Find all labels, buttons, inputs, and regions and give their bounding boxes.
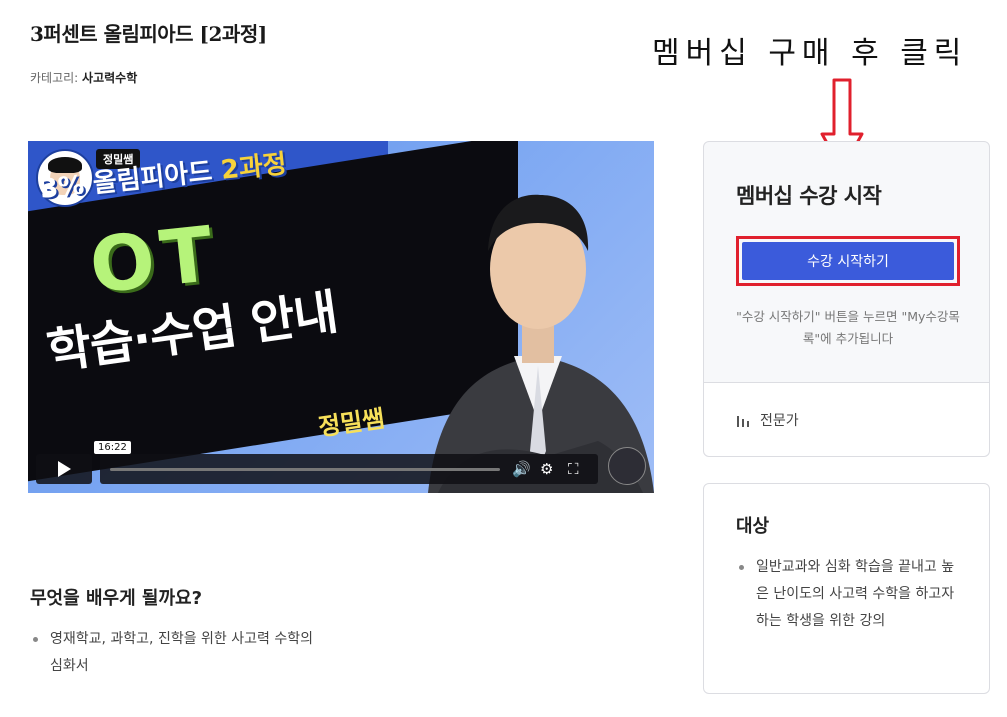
fullscreen-icon[interactable]: ⛶: [568, 461, 579, 477]
category-value[interactable]: 사고력수학: [82, 71, 137, 85]
video-player[interactable]: 정밀쌤 3% 올림피아드 2과정 OT 학습·수업 안내 정밀쌤 16:22 🔊…: [28, 141, 654, 493]
video-progress-track[interactable]: [110, 468, 500, 471]
learn-heading: 무엇을 배우게 될까요?: [30, 588, 203, 609]
course-title: 3퍼센트 올림피아드 [2과정]: [30, 22, 267, 46]
list-item: 일반교과와 심화 학습을 끝내고 높은 난이도의 사고력 수학을 하고자 하는 …: [736, 554, 966, 635]
bar-chart-icon: [737, 416, 749, 427]
start-help-text: "수강 시작하기" 버튼을 누르면 "My수강목록"에 추가됩니다: [736, 309, 960, 346]
category-label: 카테고리:: [30, 71, 79, 85]
presenter-image: [428, 194, 654, 493]
gear-icon[interactable]: ⚙: [540, 461, 553, 477]
target-list: 일반교과와 심화 학습을 끝내고 높은 난이도의 사고력 수학을 하고자 하는 …: [736, 554, 966, 635]
annotation-text: 멤버십 구매 후 클릭: [652, 36, 968, 71]
target-audience-card: 대상 일반교과와 심화 학습을 끝내고 높은 난이도의 사고력 수학을 하고자 …: [703, 483, 990, 694]
course-category: 카테고리: 사고력수학: [30, 69, 137, 86]
video-subtitle-yellow: 2과정: [219, 149, 289, 186]
play-icon: [58, 461, 71, 477]
target-heading: 대상: [736, 516, 770, 537]
difficulty-label: 전문가: [760, 413, 799, 429]
video-control-bar[interactable]: 🔊 ⚙ ⛶: [100, 454, 598, 484]
start-course-button[interactable]: 수강 시작하기: [742, 242, 954, 280]
learn-list: 영재학교, 과학고, 진학을 위한 사고력 수학의 심화서: [30, 626, 330, 680]
difficulty-level: 전문가: [736, 410, 799, 430]
volume-icon[interactable]: 🔊: [512, 461, 531, 477]
channel-avatar[interactable]: [608, 447, 646, 485]
membership-heading: 멤버십 수강 시작: [736, 184, 882, 208]
list-item: 영재학교, 과학고, 진학을 위한 사고력 수학의 심화서: [30, 626, 330, 680]
video-timestamp: 16:22: [94, 441, 131, 454]
membership-card: 멤버십 수강 시작 수강 시작하기 "수강 시작하기" 버튼을 누르면 "My수…: [703, 141, 990, 457]
start-button-highlight: 수강 시작하기: [736, 236, 960, 286]
play-button[interactable]: [36, 454, 92, 484]
